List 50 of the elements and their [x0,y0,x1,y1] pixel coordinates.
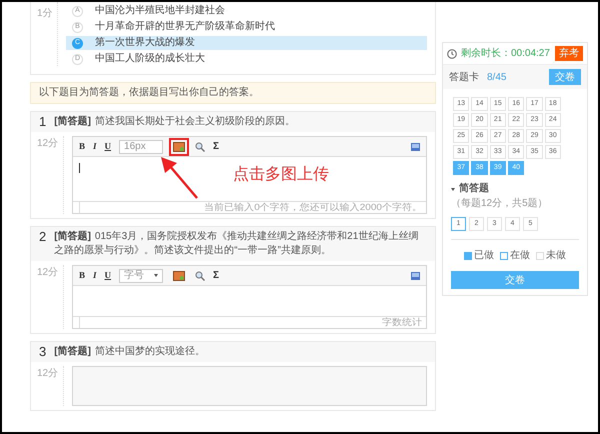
section-note: （每题12分，共5题） [451,196,548,211]
legend-label: 未做 [546,248,566,263]
formula-button[interactable]: Σ [213,139,220,154]
card-title: 答题卡 [449,70,479,84]
question-number: 3 [39,345,46,359]
question-text: [简答题] 015年3月，国务院授权发布《推动共建丝绸之路经济带和21世纪海上丝绸之路的愿景与行动》。简述该文件提出的“一带一路”共建原则。 [54,230,420,258]
caret-icon [451,188,455,191]
question-number: 2 [39,230,46,244]
option-text: 十月革命开辟的世界无产阶级革命新时代 [95,21,275,33]
annotation-text: 点击多图上传 [233,164,329,185]
arrow-annotation [159,157,199,199]
progress-count: 8/45 [487,70,506,84]
legend-label: 在做 [510,249,530,263]
timer-value: 00:04:27 [511,47,550,61]
section-title: 简答题 [459,182,489,196]
question-text: [简答题] 简述我国长期处于社会主义初级阶段的原因。 [54,115,295,129]
image-upload-icon[interactable] [173,270,186,280]
fullscreen-icon[interactable] [411,142,420,150]
character-count: 字数统计 [382,318,423,327]
option-text: 中国沦为半殖民地半封建社会 [95,5,225,17]
legend-swatch [464,252,472,260]
score-label: 12分 [36,266,60,280]
rich-text-editor[interactable]: B I U 16px Σ 点击多图上传 当前已输入0个字符，您还可以输入2000个字符。 [72,136,427,214]
character-count: 当前已输入0个字符，您还可以输入2000个字符。 [204,203,423,212]
legend-label: 已做 [474,249,494,263]
quit-exam-button[interactable]: 弃考 [555,46,583,61]
question-text: [简答题] 简述中国梦的实现途径。 [54,345,205,359]
option-text: 中国工人阶级的成长壮大 [95,53,205,65]
formula-button[interactable]: Σ [213,268,220,283]
fullscreen-icon[interactable] [411,272,420,280]
magnifier-icon[interactable] [195,270,206,280]
option-text: 第一次世界大战的爆发 [95,37,195,49]
caret-icon [154,274,158,277]
format-button[interactable]: U [104,268,112,282]
score-label: 1分 [36,7,54,21]
legend-swatch [500,252,508,260]
magnifier-icon[interactable] [195,142,206,152]
score-label: 12分 [36,137,60,151]
format-button[interactable]: B [79,140,86,154]
legend-swatch [536,252,544,260]
rich-text-editor[interactable]: B I U 字号 Σ 字数统计 [72,265,427,329]
score-label: 12分 [36,367,60,381]
question-number: 1 [39,115,46,129]
format-button[interactable]: U [104,140,112,154]
notice-banner: 以下题目为简答题，依据题目写出你自己的答案。 [30,82,436,104]
clock-icon [447,48,457,58]
format-button[interactable]: B [79,268,86,282]
format-button[interactable]: I [93,140,97,154]
timer-label: 剩余时长： [461,46,511,61]
format-button[interactable]: I [93,268,97,282]
